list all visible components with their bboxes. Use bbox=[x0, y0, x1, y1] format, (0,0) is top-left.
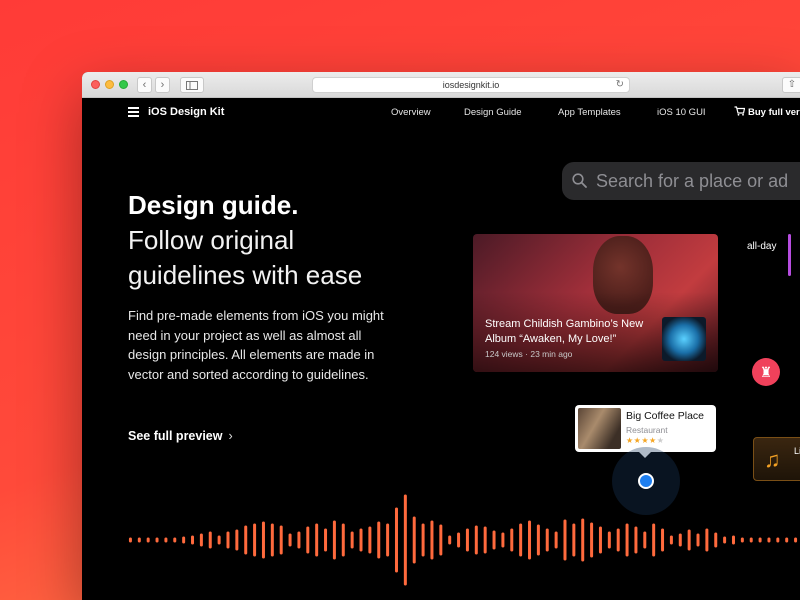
map-pin-icon[interactable]: ♜ bbox=[752, 358, 780, 386]
calendar-event-bar[interactable] bbox=[788, 234, 791, 276]
forward-button[interactable]: › bbox=[155, 77, 170, 93]
share-button[interactable]: ⇧ bbox=[782, 77, 800, 93]
share-icon: ⇧ bbox=[787, 79, 797, 90]
hero-description: Find pre-made elements from iOS you migh… bbox=[128, 308, 384, 382]
hero-title-line3: guidelines with ease bbox=[128, 260, 363, 290]
hero-title: Design guide. Follow original guidelines… bbox=[128, 188, 362, 293]
place-rating: ★★★★★ bbox=[626, 436, 664, 445]
search-field[interactable]: Search for a place or ad bbox=[562, 162, 800, 200]
minimize-window-button[interactable] bbox=[105, 80, 114, 89]
album-art bbox=[662, 317, 706, 361]
reload-icon[interactable]: ↻ bbox=[616, 78, 624, 92]
close-window-button[interactable] bbox=[91, 80, 100, 89]
chevron-right-icon: › bbox=[160, 79, 165, 91]
url-text: iosdesignkit.io bbox=[442, 80, 500, 90]
buy-full-version-button[interactable]: Buy full vers bbox=[734, 106, 800, 118]
audio-waveform bbox=[128, 494, 798, 586]
address-bar[interactable]: iosdesignkit.io ↻ bbox=[312, 77, 630, 93]
music-widget-text: Li bbox=[794, 446, 800, 456]
nav-link-overview[interactable]: Overview bbox=[391, 107, 431, 118]
chevron-right-icon: › bbox=[228, 429, 233, 443]
browser-titlebar: ‹ › iosdesignkit.io ↻ ⇧ bbox=[82, 72, 800, 98]
site-nav: iOS Design Kit Overview Design Guide App… bbox=[82, 98, 800, 128]
menu-icon[interactable] bbox=[128, 107, 139, 117]
browser-window: ‹ › iosdesignkit.io ↻ ⇧ iOS Design Kit O… bbox=[82, 72, 800, 600]
back-button[interactable]: ‹ bbox=[137, 77, 152, 93]
search-placeholder: Search for a place or ad bbox=[596, 171, 789, 191]
star-empty-icon: ★ bbox=[656, 436, 665, 445]
cart-icon bbox=[734, 106, 746, 116]
nav-link-design-guide[interactable]: Design Guide bbox=[464, 107, 522, 118]
see-full-preview-link[interactable]: See full preview › bbox=[128, 429, 233, 443]
chevron-left-icon: ‹ bbox=[142, 79, 147, 91]
music-widget[interactable]: ♫ Li bbox=[753, 437, 800, 481]
star-icon: ★★★★ bbox=[626, 436, 657, 445]
zoom-window-button[interactable] bbox=[119, 80, 128, 89]
place-type: Restaurant bbox=[626, 425, 668, 435]
search-icon bbox=[572, 173, 587, 188]
place-callout[interactable]: Big Coffee Place Restaurant ★★★★★ bbox=[575, 405, 716, 458]
current-location-icon bbox=[638, 473, 654, 489]
sidebar-icon bbox=[186, 81, 198, 90]
nav-link-ios10-gui[interactable]: iOS 10 GUI bbox=[657, 107, 706, 118]
cta-label: See full preview bbox=[128, 429, 223, 443]
video-meta: 124 views · 23 min ago bbox=[485, 349, 573, 359]
place-thumbnail bbox=[578, 408, 621, 449]
place-name: Big Coffee Place bbox=[626, 410, 705, 422]
hero-title-line2: Follow original bbox=[128, 225, 295, 255]
video-card[interactable]: Stream Childish Gambino’s New Album “Awa… bbox=[473, 234, 718, 372]
calendar-all-day-label: all-day bbox=[747, 241, 777, 252]
sidebar-button[interactable] bbox=[180, 77, 204, 93]
buy-label: Buy full vers bbox=[748, 107, 800, 118]
nav-link-app-templates[interactable]: App Templates bbox=[558, 107, 621, 118]
music-note-icon: ♫ bbox=[764, 447, 781, 472]
video-title: Stream Childish Gambino’s New Album “Awa… bbox=[485, 318, 644, 345]
hero-title-bold: Design guide. bbox=[128, 190, 299, 220]
brand-logo[interactable]: iOS Design Kit bbox=[148, 106, 224, 118]
